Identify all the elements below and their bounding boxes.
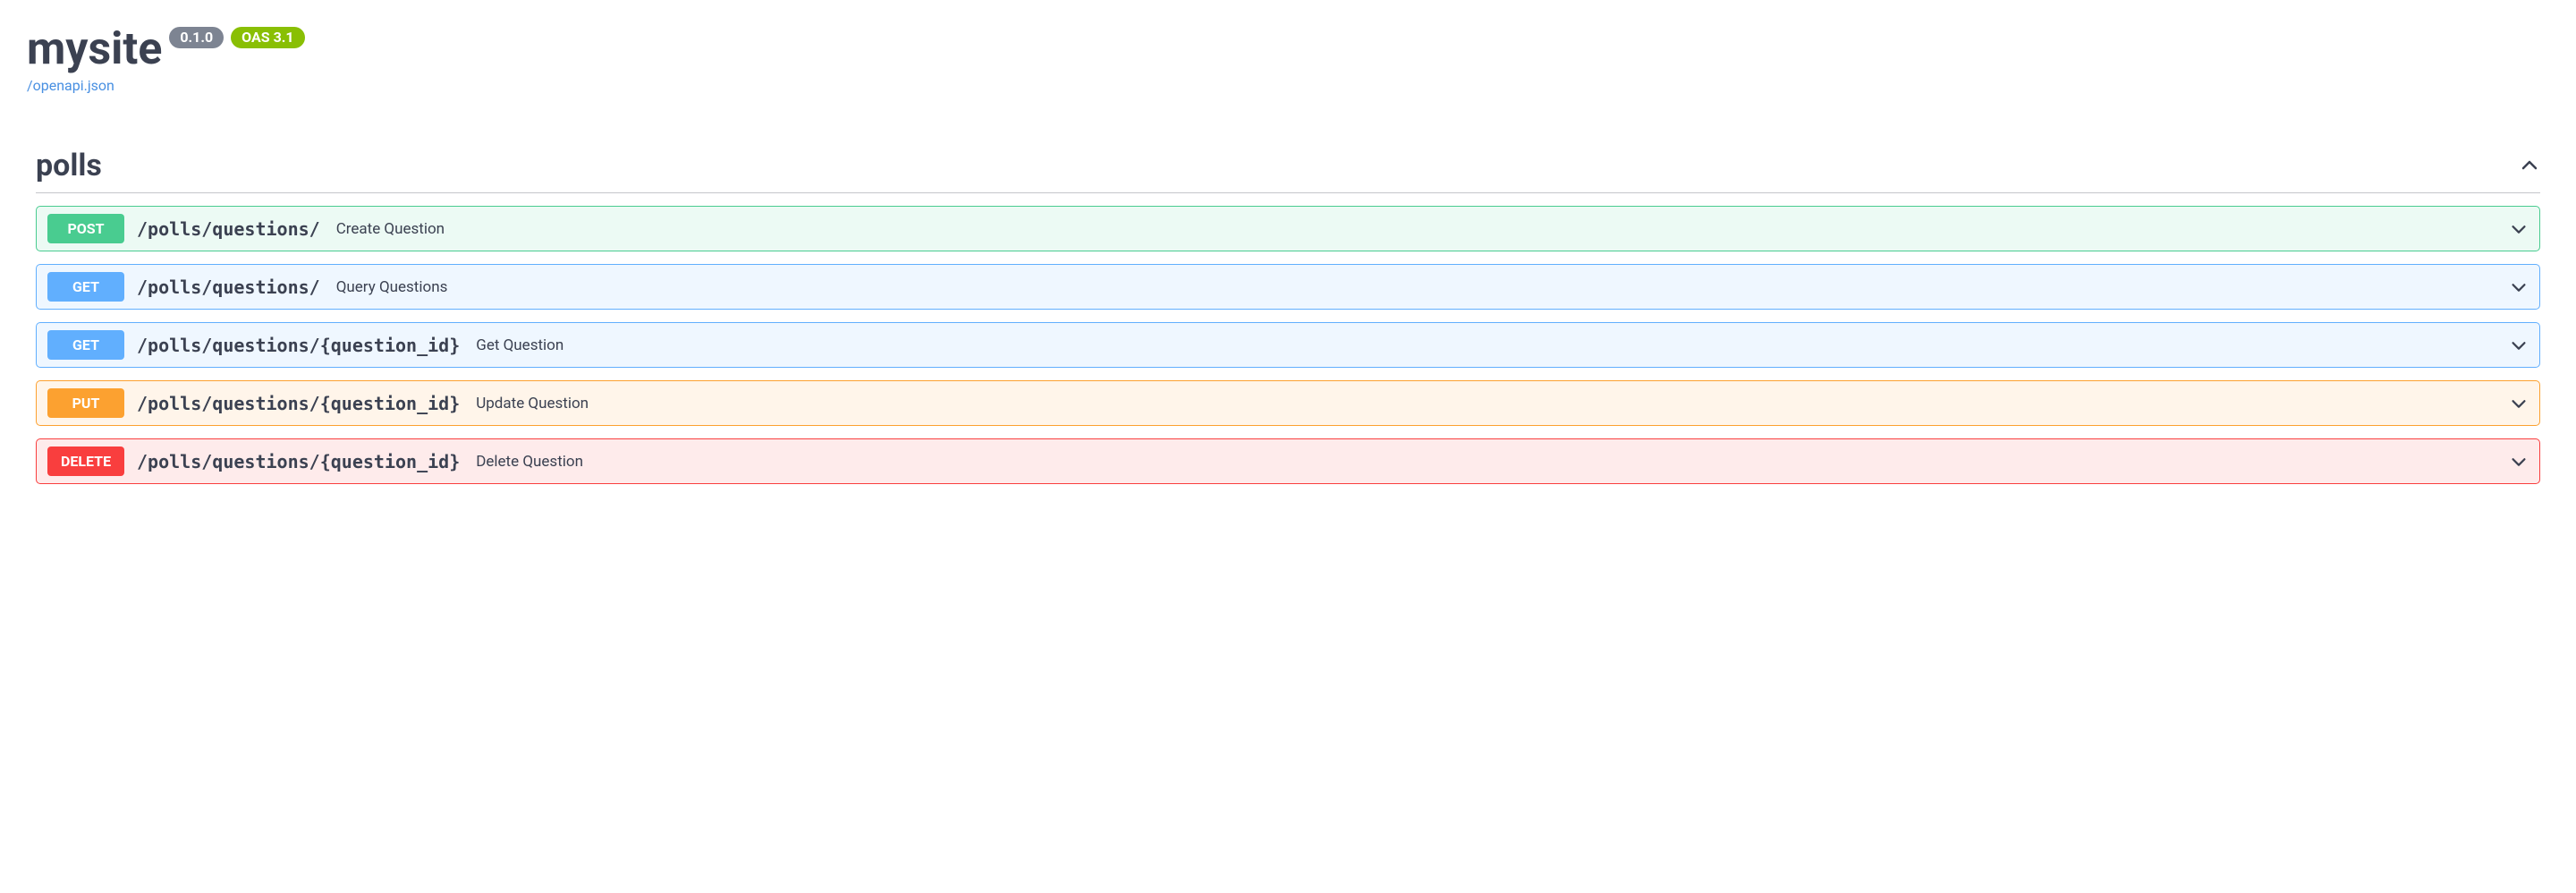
method-badge: PUT xyxy=(47,388,124,418)
api-title: mysite xyxy=(27,27,162,72)
section-title: polls xyxy=(36,148,102,183)
operation-summary: Create Question xyxy=(336,220,445,238)
operation-summary: Get Question xyxy=(476,336,564,354)
operation-path: /polls/questions/ xyxy=(137,276,320,298)
spec-link[interactable]: /openapi.json xyxy=(27,77,114,94)
chevron-down-icon xyxy=(2509,452,2529,472)
chevron-down-icon xyxy=(2509,336,2529,355)
chevron-down-icon xyxy=(2509,219,2529,239)
operation-summary: Update Question xyxy=(476,395,589,412)
version-badge: 0.1.0 xyxy=(169,27,224,48)
chevron-up-icon xyxy=(2519,155,2540,176)
operation-row[interactable]: GET/polls/questions/Query Questions xyxy=(36,264,2540,310)
operation-row[interactable]: PUT/polls/questions/{question_id} Update … xyxy=(36,380,2540,426)
oas-badge: OAS 3.1 xyxy=(231,27,304,48)
operation-row[interactable]: GET/polls/questions/{question_id} Get Que… xyxy=(36,322,2540,368)
chevron-down-icon xyxy=(2509,277,2529,297)
operation-path: /polls/questions/{question_id} xyxy=(137,393,460,414)
api-header: mysite 0.1.0 OAS 3.1 xyxy=(27,27,2549,72)
chevron-down-icon xyxy=(2509,394,2529,413)
operation-row[interactable]: POST/polls/questions/Create Question xyxy=(36,206,2540,251)
method-badge: DELETE xyxy=(47,446,124,476)
operation-summary: Query Questions xyxy=(336,278,448,296)
method-badge: POST xyxy=(47,214,124,243)
operation-summary: Delete Question xyxy=(476,453,583,471)
method-badge: GET xyxy=(47,272,124,302)
operation-row[interactable]: DELETE/polls/questions/{question_id} Dele… xyxy=(36,438,2540,484)
operation-list: POST/polls/questions/Create QuestionGET/… xyxy=(36,206,2540,484)
operation-path: /polls/questions/ xyxy=(137,218,320,240)
method-badge: GET xyxy=(47,330,124,360)
section-header[interactable]: polls xyxy=(36,148,2540,193)
tag-section: polls POST/polls/questions/Create Questi… xyxy=(27,148,2549,484)
operation-path: /polls/questions/{question_id} xyxy=(137,451,460,472)
operation-path: /polls/questions/{question_id} xyxy=(137,335,460,356)
